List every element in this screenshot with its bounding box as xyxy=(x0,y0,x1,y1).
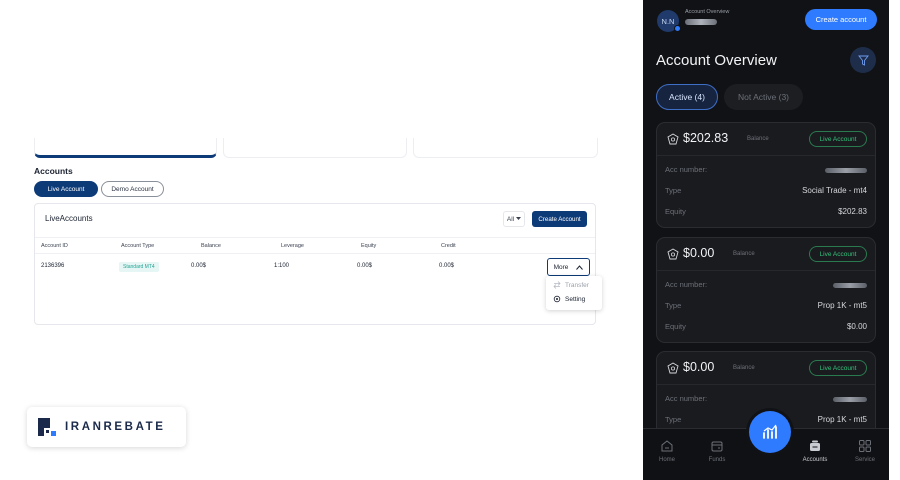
account-card[interactable]: $0.00 Balance Live Account Acc number: T… xyxy=(656,237,876,343)
more-dropdown-menu: Transfer Setting xyxy=(546,276,602,310)
menu-item-setting[interactable]: Setting xyxy=(553,295,585,303)
screenshot: Accounts Live Account Demo Account LiveA… xyxy=(0,0,900,480)
card-balance: $0.00 xyxy=(683,246,715,260)
accounts-icon xyxy=(810,440,820,451)
avatar-status-dot xyxy=(674,25,681,32)
card-balance-label: Balance xyxy=(733,365,755,371)
iranrebate-logo: IRANREBATE xyxy=(27,407,186,447)
live-accounts-title: LiveAccounts xyxy=(45,214,93,223)
type-value: Prop 1K - mt5 xyxy=(817,415,867,424)
gear-icon xyxy=(553,295,561,303)
account-icon xyxy=(667,248,679,260)
top-tab[interactable] xyxy=(223,138,407,158)
account-icon xyxy=(667,133,679,145)
live-account-badge: Live Account xyxy=(809,246,867,262)
card-divider xyxy=(657,155,875,156)
card-divider xyxy=(657,384,875,385)
cell-equity: 0.00$ xyxy=(357,263,373,269)
accounts-heading: Accounts xyxy=(34,166,73,176)
segment-not-active[interactable]: Not Active (3) xyxy=(724,84,803,110)
acc-number-label: Acc number: xyxy=(665,280,708,289)
account-type-badge: Standard MT4 xyxy=(119,262,159,272)
trade-fab-button[interactable] xyxy=(749,411,791,453)
chart-icon xyxy=(763,424,777,439)
card-balance: $0.00 xyxy=(683,360,715,374)
desktop-panel: Accounts Live Account Demo Account LiveA… xyxy=(0,0,643,480)
top-tab-strip xyxy=(34,138,598,158)
create-account-button-mobile[interactable]: Create account xyxy=(805,9,877,30)
top-tab[interactable] xyxy=(413,138,598,158)
nav-funds-label: Funds xyxy=(708,457,726,463)
equity-label: Equity xyxy=(665,322,686,331)
filter-select[interactable]: All xyxy=(503,211,525,227)
equity-value: $0.00 xyxy=(846,322,867,331)
mobile-panel: N.N Account Overview Create account Acco… xyxy=(643,0,889,480)
cell-credit: 0.00$ xyxy=(439,263,455,269)
create-account-button[interactable]: Create Account xyxy=(532,211,587,227)
top-tab-active[interactable] xyxy=(34,138,217,158)
blurred-acc-number xyxy=(833,397,867,402)
iranrebate-logo-mark xyxy=(38,418,56,436)
caret-down-icon xyxy=(516,217,522,220)
header-equity: Equity xyxy=(361,243,377,249)
acc-number-label: Acc number: xyxy=(665,394,708,403)
equity-value: $202.83 xyxy=(838,207,867,216)
header-leverage: Leverage xyxy=(281,243,304,249)
logo-text: IRANREBATE xyxy=(65,421,166,433)
type-label: Type xyxy=(665,301,682,310)
transfer-icon xyxy=(553,281,561,289)
card-balance-label: Balance xyxy=(733,251,755,257)
nav-accounts[interactable]: Accounts xyxy=(795,439,835,463)
live-account-tab[interactable]: Live Account xyxy=(34,181,98,197)
equity-label: Equity xyxy=(665,207,686,216)
type-label: Type xyxy=(665,415,682,424)
live-account-badge: Live Account xyxy=(809,360,867,376)
header-credit: Credit xyxy=(441,243,456,249)
account-icon xyxy=(667,362,679,374)
filter-button[interactable] xyxy=(850,47,876,73)
table-header: Account ID Account Type Balance Leverage… xyxy=(35,237,595,254)
blurred-username xyxy=(685,19,717,25)
card-balance: $202.83 xyxy=(683,131,729,145)
wallet-icon xyxy=(711,441,723,452)
more-label: More xyxy=(553,263,569,271)
cell-leverage: 1:100 xyxy=(274,263,290,269)
menu-item-transfer[interactable]: Transfer xyxy=(553,281,589,289)
nav-accounts-label: Accounts xyxy=(802,457,828,463)
live-accounts-card: LiveAccounts All Create Account Account … xyxy=(34,203,596,325)
card-balance-label: Balance xyxy=(747,136,769,142)
nav-home-label: Home xyxy=(658,457,675,463)
right-gutter xyxy=(889,0,900,480)
nav-service[interactable]: Service xyxy=(845,439,885,463)
nav-home[interactable]: Home xyxy=(647,439,687,463)
funnel-icon xyxy=(857,55,869,66)
demo-account-tab[interactable]: Demo Account xyxy=(101,181,164,197)
cell-balance: 0.00$ xyxy=(191,263,207,269)
transfer-label: Transfer xyxy=(565,281,589,289)
filter-value: All xyxy=(506,215,515,223)
acc-number-label: Acc number: xyxy=(665,165,708,174)
type-value: Social Trade - mt4 xyxy=(802,186,867,195)
home-icon xyxy=(661,440,673,452)
type-label: Type xyxy=(665,186,682,195)
cell-account-id: 2136396 xyxy=(41,263,65,269)
nav-funds[interactable]: Funds xyxy=(697,439,737,463)
header-label: Account Overview xyxy=(685,9,730,15)
page-title: Account Overview xyxy=(656,52,777,69)
chevron-up-icon xyxy=(576,264,584,270)
card-divider xyxy=(657,270,875,271)
more-button[interactable]: More xyxy=(547,258,590,276)
header-account-type: Account Type xyxy=(121,243,155,249)
segment-active[interactable]: Active (4) xyxy=(656,84,718,110)
nav-service-label: Service xyxy=(854,457,875,463)
grid-icon xyxy=(859,440,871,452)
header-account-id: Account ID xyxy=(41,243,68,249)
type-value: Prop 1K - mt5 xyxy=(817,301,867,310)
blurred-acc-number xyxy=(825,168,867,173)
header-balance: Balance xyxy=(201,243,221,249)
account-card[interactable]: $202.83 Balance Live Account Acc number:… xyxy=(656,122,876,228)
setting-label: Setting xyxy=(565,295,586,303)
blurred-acc-number xyxy=(833,283,867,288)
live-account-badge: Live Account xyxy=(809,131,867,147)
